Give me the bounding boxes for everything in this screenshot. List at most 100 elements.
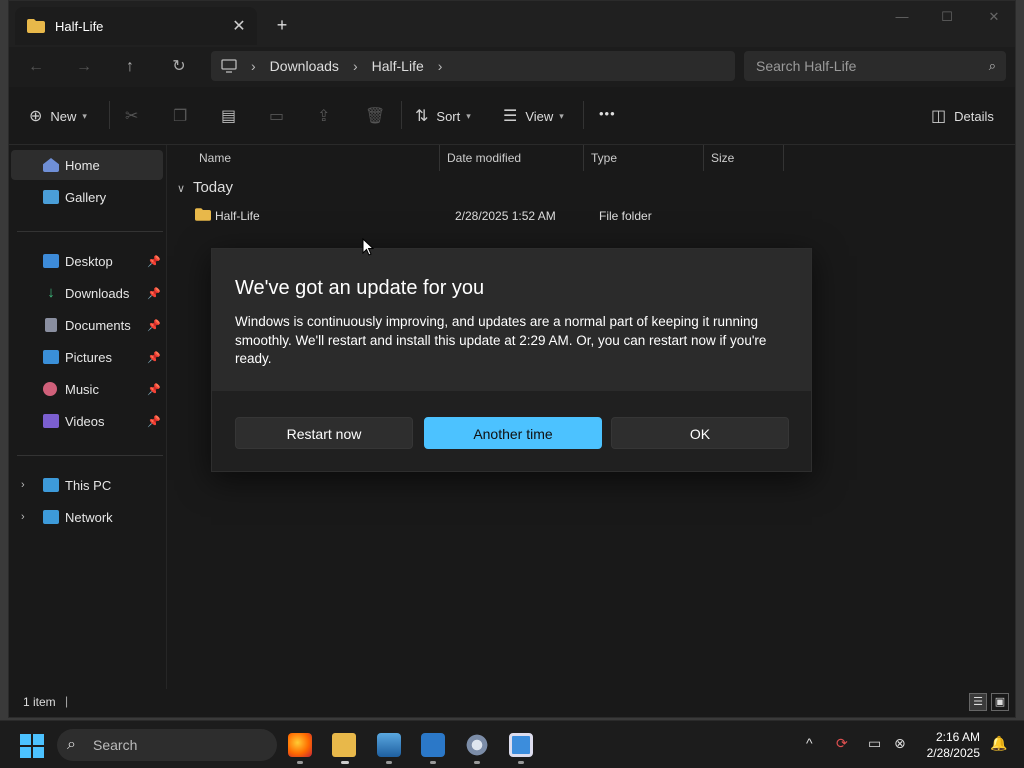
virtual-machine-icon[interactable] [509, 733, 533, 757]
pin-icon: 📌 [147, 383, 161, 396]
back-icon[interactable]: ← [23, 55, 49, 79]
restart-now-button[interactable]: Restart now [235, 417, 413, 449]
desktop-icon [43, 254, 59, 268]
sidebar-item-documents[interactable]: Documents 📌 [11, 310, 163, 340]
table-row[interactable]: Half-Life 2/28/2025 1:52 AM File folder [187, 205, 787, 227]
file-type: File folder [599, 209, 652, 223]
sidebar-item-label: Desktop [65, 253, 113, 269]
breadcrumb-downloads[interactable]: Downloads [270, 58, 339, 74]
cut-icon[interactable]: ✂ [125, 106, 138, 126]
up-icon[interactable]: ↑ [117, 55, 143, 79]
sidebar-item-downloads[interactable]: ↓ Downloads 📌 [11, 278, 163, 308]
details-label: Details [954, 108, 994, 124]
details-button[interactable]: ◫ Details [931, 106, 994, 126]
sidebar-item-label: Pictures [65, 349, 112, 365]
system-clock[interactable]: 2:16 AM 2/28/2025 [918, 729, 980, 761]
tab-close-icon[interactable]: ✕ [225, 16, 253, 36]
chevron-right-icon[interactable]: › [21, 511, 25, 523]
divider [783, 145, 784, 171]
network-icon [43, 510, 59, 524]
column-header-size[interactable]: Size [711, 151, 734, 165]
divider [583, 101, 584, 129]
volume-muted-icon[interactable]: ⊗ [894, 735, 906, 752]
share-icon[interactable]: ⇪ [317, 106, 330, 126]
pin-icon: 📌 [147, 319, 161, 332]
sort-button[interactable]: ⇅ Sort ▾ [415, 106, 471, 126]
minimize-button[interactable]: — [887, 9, 917, 24]
close-button[interactable]: ✕ [979, 9, 1009, 25]
sidebar-item-pictures[interactable]: Pictures 📌 [11, 342, 163, 372]
pin-icon: 📌 [147, 287, 161, 300]
new-button[interactable]: ⊕ New ▾ [29, 106, 87, 126]
sidebar-item-label: Documents [65, 317, 131, 333]
another-time-button[interactable]: Another time [424, 417, 602, 449]
dialog-content: We've got an update for you Windows is c… [212, 249, 811, 391]
sidebar-item-desktop[interactable]: Desktop 📌 [11, 246, 163, 276]
copy-icon[interactable]: ❐ [173, 106, 187, 126]
sort-icon: ⇅ [415, 108, 429, 125]
photos-app-icon[interactable] [377, 733, 401, 757]
delete-icon[interactable]: 🗑 [365, 106, 385, 126]
firefox-icon[interactable] [288, 733, 312, 757]
settings-gear-icon[interactable] [465, 733, 489, 757]
column-header-name[interactable]: Name [199, 151, 231, 165]
chevron-right-icon: › [251, 58, 256, 74]
chevron-right-icon[interactable]: › [21, 479, 25, 491]
remote-app-icon[interactable] [421, 733, 445, 757]
file-explorer-icon[interactable] [332, 733, 356, 757]
sidebar-item-videos[interactable]: Videos 📌 [11, 406, 163, 436]
column-header-date-modified[interactable]: Date modified [447, 151, 521, 165]
computer-icon [221, 59, 237, 73]
running-indicator [474, 761, 480, 764]
divider [401, 101, 402, 129]
running-indicator [297, 761, 303, 764]
view-button[interactable]: ☰ View ▾ [503, 106, 564, 126]
item-count: 1 item [23, 695, 56, 709]
maximize-button[interactable]: ☐ [932, 9, 962, 25]
divider [17, 231, 163, 232]
taskbar: ⌕ Search ^ ⟳ ▭ ⊗ 2:16 AM 2/28/2025 🔔 [0, 720, 1024, 768]
sidebar-item-network[interactable]: › Network [11, 502, 163, 532]
chevron-down-icon: ▾ [559, 110, 564, 121]
running-indicator [386, 761, 392, 764]
notification-bell-icon[interactable]: 🔔 [990, 735, 1007, 752]
chevron-up-icon[interactable]: ^ [806, 735, 813, 751]
view-label: View [525, 108, 554, 124]
tab-half-life[interactable]: Half-Life ✕ [15, 7, 257, 45]
forward-icon[interactable]: → [71, 55, 97, 79]
update-sync-icon[interactable]: ⟳ [836, 735, 848, 752]
chevron-down-icon: ▾ [82, 110, 87, 121]
videos-icon [43, 414, 59, 428]
chevron-right-icon[interactable]: › [438, 58, 443, 74]
pictures-icon [43, 350, 59, 364]
document-icon [45, 318, 57, 332]
column-header-type[interactable]: Type [591, 151, 617, 165]
rename-icon[interactable]: ▭ [269, 106, 284, 126]
group-header[interactable]: ∨ Today [177, 179, 233, 196]
dialog-message: Windows is continuously improving, and u… [235, 314, 767, 366]
file-date: 2/28/2025 1:52 AM [455, 209, 556, 223]
start-button[interactable] [20, 734, 44, 758]
pin-icon: 📌 [147, 351, 161, 364]
chevron-down-icon: ▾ [466, 110, 471, 121]
more-options-button[interactable]: ••• [599, 106, 616, 121]
sidebar-item-this-pc[interactable]: › This PC [11, 470, 163, 500]
tiles-view-icon[interactable]: ▣ [991, 693, 1009, 711]
chevron-down-icon: ∨ [177, 183, 186, 195]
search-input[interactable]: Search Half-Life ⌕ [744, 51, 1006, 81]
breadcrumb-half-life[interactable]: Half-Life [372, 58, 424, 74]
taskbar-search-input[interactable]: ⌕ Search [57, 729, 277, 761]
chevron-right-icon: › [352, 58, 358, 74]
new-tab-button[interactable]: + [271, 15, 293, 36]
divider [703, 145, 704, 171]
paste-icon[interactable]: ▤ [221, 106, 236, 126]
address-bar[interactable]: › Downloads › Half-Life › [211, 51, 735, 81]
ok-button[interactable]: OK [611, 417, 789, 449]
refresh-icon[interactable]: ↻ [166, 55, 192, 79]
search-placeholder: Search Half-Life [756, 58, 857, 74]
sidebar-item-home[interactable]: Home [11, 150, 163, 180]
sidebar-item-music[interactable]: Music 📌 [11, 374, 163, 404]
details-view-icon[interactable]: ☰ [969, 693, 987, 711]
sidebar-item-gallery[interactable]: Gallery [11, 182, 163, 212]
network-icon[interactable]: ▭ [868, 735, 881, 752]
